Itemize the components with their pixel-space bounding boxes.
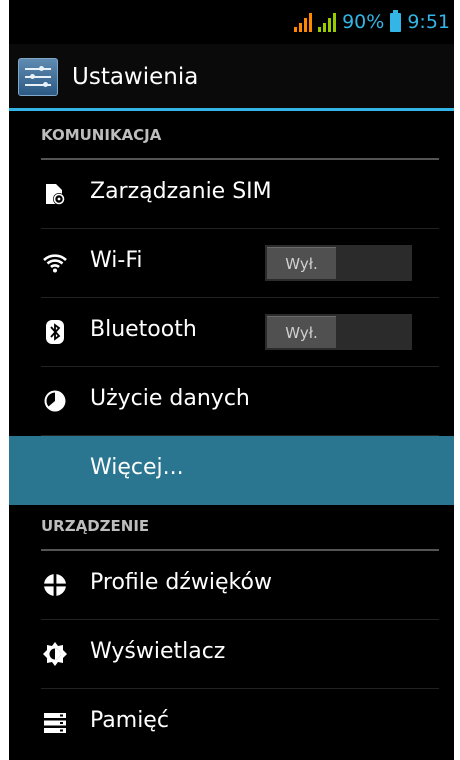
battery-icon [390,9,402,32]
clock: 9:51 [407,11,450,33]
sim-card-icon [43,182,67,206]
page-title: Ustawienia [72,64,199,90]
wifi-icon [43,251,67,275]
signal-sim1-icon [294,12,313,32]
item-label: Wyświetlacz [90,639,226,664]
toggle-state: Wył. [267,247,336,279]
status-icons: 90% 9:51 [294,0,450,44]
settings-item-more[interactable]: Więcej... [9,436,454,505]
bluetooth-icon [43,320,67,344]
item-label: Bluetooth [90,317,197,342]
settings-item-storage[interactable]: Pamięć [9,689,454,758]
section-title: URZĄDZENIE [41,517,150,535]
battery-percent: 90% [342,11,385,33]
action-bar-divider [9,108,454,111]
status-bar: 90% 9:51 [9,0,454,44]
action-bar: Ustawienia [9,44,454,110]
item-label: Profile dźwięków [90,570,272,595]
section-header-komunikacja: KOMUNIKACJA [9,114,454,160]
item-label: Więcej... [90,455,184,480]
wifi-toggle[interactable]: Wył. [265,245,412,281]
item-label: Użycie danych [90,386,250,411]
display-icon [43,642,67,666]
item-label: Zarządzanie SIM [90,179,272,204]
bluetooth-toggle[interactable]: Wył. [265,314,412,350]
section-title: KOMUNIKACJA [41,126,162,144]
sound-profile-icon [43,573,67,597]
item-label: Pamięć [90,708,169,733]
settings-app-icon[interactable] [18,58,58,96]
signal-sim2-icon [318,12,337,32]
storage-icon [43,711,67,735]
data-usage-icon [43,389,67,413]
section-header-urzadzenie: URZĄDZENIE [9,505,454,551]
settings-screen: 90% 9:51 Ustawienia KOMUNIKACJA Zarządza… [9,0,454,760]
item-label: Wi-Fi [90,248,143,273]
settings-item-bluetooth[interactable]: Bluetooth Wył. [9,298,454,367]
settings-item-sound-profiles[interactable]: Profile dźwięków [9,551,454,620]
settings-item-wifi[interactable]: Wi-Fi Wył. [9,229,454,298]
settings-item-sim[interactable]: Zarządzanie SIM [9,160,454,229]
toggle-state: Wył. [267,316,336,348]
settings-item-data-usage[interactable]: Użycie danych [9,367,454,436]
settings-item-display[interactable]: Wyświetlacz [9,620,454,689]
